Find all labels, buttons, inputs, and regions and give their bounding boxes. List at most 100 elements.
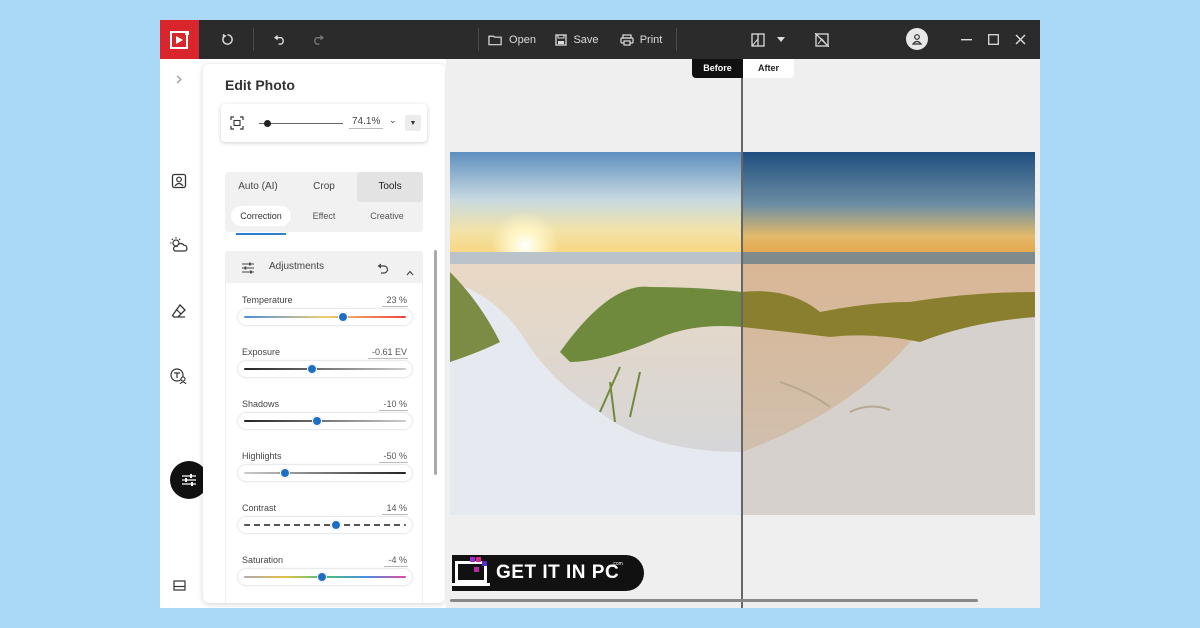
undo-icon[interactable] bbox=[268, 20, 290, 59]
adjustment-value[interactable]: 14 % bbox=[382, 503, 408, 515]
zoom-presets-dropdown[interactable]: ▼ bbox=[405, 115, 421, 131]
open-button[interactable]: Open bbox=[488, 20, 536, 59]
compare-view-icon[interactable] bbox=[750, 20, 766, 59]
photo-canvas: Before After bbox=[446, 59, 1040, 608]
save-label: Save bbox=[573, 33, 599, 46]
tab-crop[interactable]: Crop bbox=[291, 172, 357, 202]
save-icon bbox=[555, 33, 568, 46]
eraser-icon[interactable] bbox=[168, 300, 190, 322]
adjustment-label: Highlights bbox=[242, 451, 282, 461]
slider-handle[interactable] bbox=[279, 468, 290, 478]
chevron-right-icon[interactable] bbox=[168, 68, 190, 90]
tab-tools[interactable]: Tools bbox=[357, 172, 423, 202]
adjustment-slider[interactable] bbox=[238, 309, 412, 325]
print-button[interactable]: Print bbox=[618, 20, 664, 59]
edit-photo-panel: Edit Photo 74.1% ⌄ ▼ Auto (AI) Crop Tool… bbox=[203, 64, 445, 603]
slider-track bbox=[244, 368, 406, 370]
reset-icon[interactable] bbox=[377, 261, 389, 279]
adjustment-saturation: Saturation -4 % bbox=[226, 555, 424, 603]
close-icon[interactable] bbox=[1013, 20, 1027, 59]
sliders-icon bbox=[241, 261, 255, 279]
redo-icon[interactable] bbox=[307, 20, 329, 59]
open-label: Open bbox=[509, 33, 536, 46]
compare-split-line[interactable] bbox=[741, 59, 743, 608]
chevron-up-icon[interactable] bbox=[406, 263, 414, 281]
adjustment-value[interactable]: -10 % bbox=[379, 399, 408, 411]
adjustment-highlights: Highlights -50 % bbox=[226, 451, 424, 501]
titlebar: Open Save Print bbox=[160, 20, 1040, 59]
portrait-icon[interactable] bbox=[168, 170, 190, 192]
adjustment-value[interactable]: -50 % bbox=[379, 451, 408, 463]
slider-track bbox=[244, 316, 406, 318]
adjustment-value[interactable]: 23 % bbox=[382, 295, 408, 307]
adjustment-temperature: Temperature 23 % bbox=[226, 295, 424, 345]
sliders-icon bbox=[182, 474, 196, 486]
printer-icon bbox=[620, 33, 634, 46]
toolbar-divider bbox=[676, 28, 677, 51]
canvas-horizontal-scrollbar[interactable] bbox=[450, 599, 978, 602]
rotate-icon[interactable] bbox=[216, 20, 238, 59]
chevron-down-icon[interactable]: ⌄ bbox=[389, 115, 397, 126]
watermark-text: GET IT IN PC bbox=[496, 562, 620, 583]
adjustment-slider[interactable] bbox=[238, 569, 412, 585]
computer-logo-icon bbox=[452, 555, 496, 591]
before-label-button[interactable]: Before bbox=[692, 59, 743, 78]
folder-icon bbox=[488, 35, 502, 45]
adjustments-header[interactable]: Adjustments bbox=[225, 251, 423, 283]
print-label: Print bbox=[639, 33, 663, 46]
adjustment-label: Temperature bbox=[242, 295, 293, 305]
tab-auto-ai[interactable]: Auto (AI) bbox=[225, 172, 291, 202]
weather-icon[interactable] bbox=[168, 234, 190, 256]
slider-handle[interactable] bbox=[307, 364, 318, 374]
toolbar-divider bbox=[478, 28, 479, 51]
adjustment-label: Exposure bbox=[242, 347, 281, 357]
adjustment-value[interactable]: -0.61 EV bbox=[367, 347, 408, 359]
after-label-button[interactable]: After bbox=[743, 59, 794, 78]
watermark-suffix: .com bbox=[612, 561, 623, 567]
adjustment-shadows: Shadows -10 % bbox=[226, 399, 424, 449]
panel-scrollbar[interactable] bbox=[434, 250, 437, 475]
subtab-correction[interactable]: Correction bbox=[231, 206, 291, 226]
adjustment-label: Contrast bbox=[242, 503, 277, 513]
fit-to-screen-icon[interactable] bbox=[230, 116, 244, 135]
tool-tabs: Auto (AI) Crop Tools Correction Effect C… bbox=[225, 172, 423, 232]
app-window: Open Save Print Edit Photo 74.1% ⌄ ▼ Aut… bbox=[160, 20, 1040, 608]
app-logo-icon bbox=[160, 20, 199, 59]
adjustment-label: Saturation bbox=[242, 555, 284, 565]
adjustments-title: Adjustments bbox=[269, 261, 325, 272]
minimize-icon[interactable] bbox=[959, 20, 973, 59]
adjustment-contrast: Contrast 14 % bbox=[226, 503, 424, 553]
slider-track bbox=[244, 472, 406, 474]
chevron-down-icon[interactable] bbox=[774, 20, 788, 59]
active-subtab-indicator bbox=[236, 233, 286, 235]
zoom-slider-handle[interactable] bbox=[264, 120, 272, 127]
slider-handle[interactable] bbox=[316, 572, 327, 582]
adjustments-list: Temperature 23 % Exposure -0.61 EV Shadows -1… bbox=[225, 283, 423, 603]
toolbar-divider bbox=[253, 28, 254, 51]
save-button[interactable]: Save bbox=[555, 20, 599, 59]
filmstrip-icon[interactable] bbox=[168, 574, 190, 596]
panel-title: Edit Photo bbox=[225, 77, 295, 93]
adjustment-label: Shadows bbox=[242, 399, 280, 409]
adjustment-slider[interactable] bbox=[238, 361, 412, 377]
text-overlay-icon[interactable] bbox=[168, 365, 190, 387]
account-avatar-icon[interactable] bbox=[906, 28, 928, 50]
slider-handle[interactable] bbox=[331, 520, 342, 530]
hide-compare-icon[interactable] bbox=[814, 20, 830, 59]
slider-handle[interactable] bbox=[311, 416, 322, 426]
adjustment-slider[interactable] bbox=[238, 465, 412, 481]
adjustment-exposure: Exposure -0.61 EV bbox=[226, 347, 424, 397]
slider-track bbox=[244, 420, 406, 422]
adjustment-slider[interactable] bbox=[238, 517, 412, 533]
slider-track bbox=[244, 524, 406, 526]
slider-handle[interactable] bbox=[337, 312, 348, 322]
subtab-effect[interactable]: Effect bbox=[294, 206, 354, 226]
zoom-slider-track[interactable] bbox=[259, 123, 343, 124]
left-rail bbox=[160, 59, 208, 608]
zoom-value[interactable]: 74.1% bbox=[349, 116, 384, 129]
zoom-control: 74.1% ⌄ ▼ bbox=[221, 104, 427, 142]
maximize-icon[interactable] bbox=[986, 20, 1000, 59]
adjustment-slider[interactable] bbox=[238, 413, 412, 429]
adjustment-value[interactable]: -4 % bbox=[384, 555, 408, 567]
subtab-creative[interactable]: Creative bbox=[357, 206, 417, 226]
